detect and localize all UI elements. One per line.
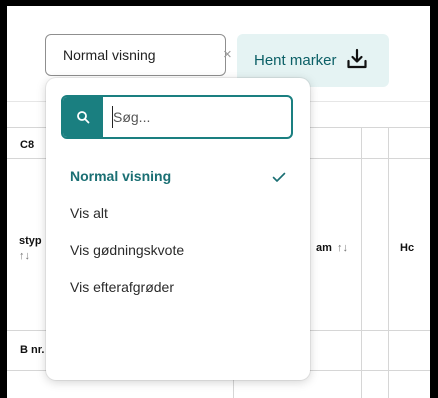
sort-icon[interactable]: ↑↓: [337, 242, 348, 254]
table-row-label: B nr.: [20, 344, 45, 356]
option-show-all[interactable]: Vis alt: [70, 201, 295, 225]
table-header-am[interactable]: am: [316, 242, 332, 254]
table-column-divider: [361, 127, 362, 398]
search-button[interactable]: [63, 97, 103, 137]
fetch-fields-label: Hent marker: [254, 52, 337, 69]
table-column-divider: [388, 127, 389, 398]
sort-icon[interactable]: ↑↓: [19, 250, 30, 262]
option-normal-view[interactable]: Normal visning: [70, 164, 295, 188]
option-fertilizer-quota[interactable]: Vis gødningskvote: [70, 238, 295, 262]
clear-icon[interactable]: ×: [223, 46, 232, 63]
search-input[interactable]: [113, 105, 283, 129]
table-header-h[interactable]: Hc: [400, 242, 414, 254]
check-icon: [272, 172, 286, 182]
download-icon: [347, 48, 367, 69]
dropdown-search[interactable]: [61, 95, 293, 139]
view-dropdown-menu: Normal visning Vis alt Vis gødningskvote…: [46, 78, 310, 380]
table-header-c8: C8: [20, 139, 35, 151]
search-icon: [77, 111, 90, 124]
view-select-value: Normal visning: [63, 47, 156, 63]
table-header-type[interactable]: styp: [19, 235, 42, 247]
option-catch-crops[interactable]: Vis efterafgrøder: [70, 275, 295, 299]
view-select[interactable]: Normal visning ×: [45, 34, 258, 76]
